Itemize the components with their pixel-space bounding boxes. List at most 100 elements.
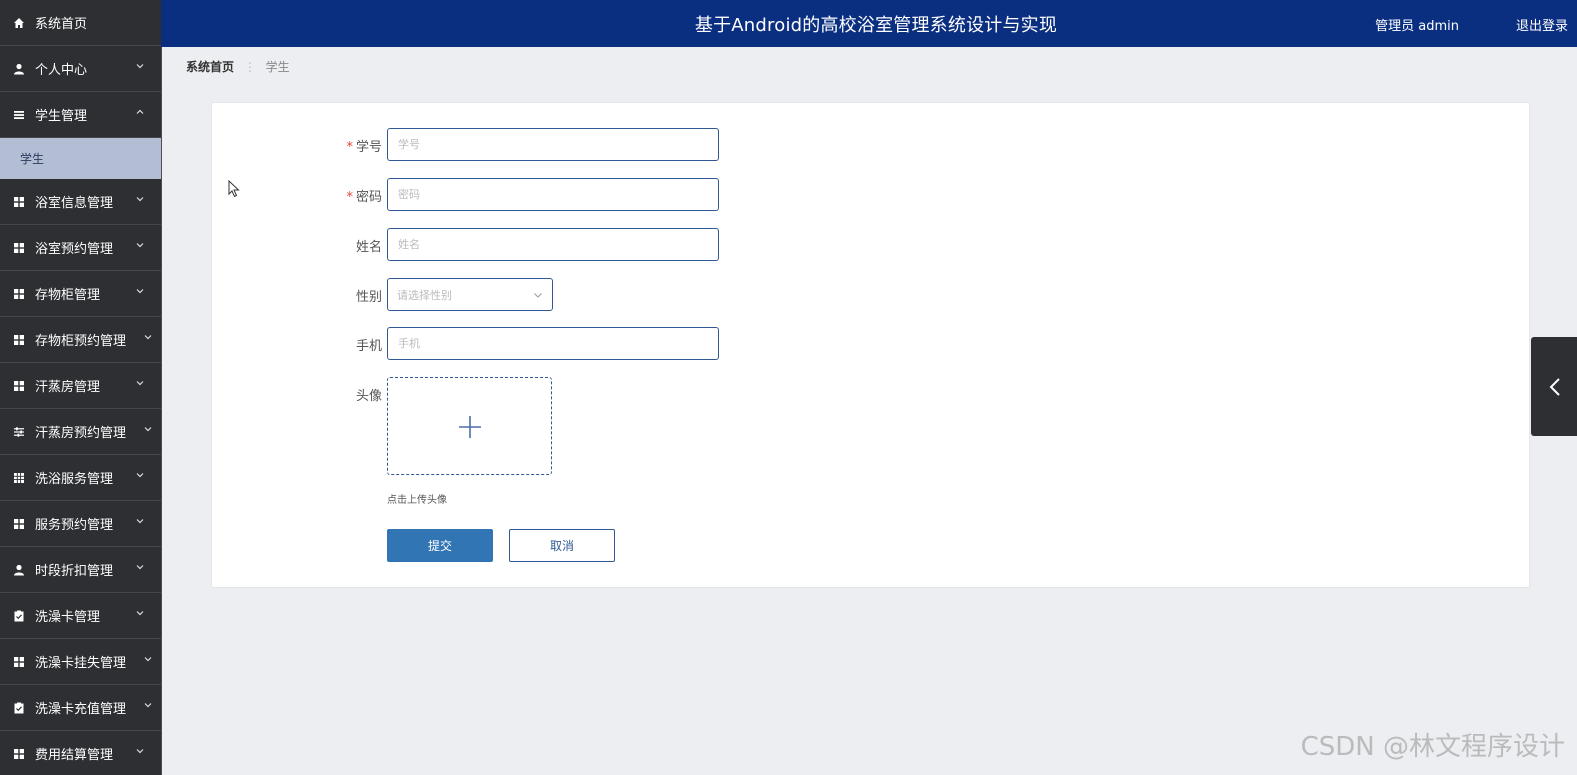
sidebar-item-label: 时段折扣管理: [35, 564, 114, 579]
name-label: 姓名: [355, 240, 382, 255]
sidebar-item-time-discount[interactable]: 时段折扣管理: [0, 547, 161, 593]
sidebar-item-bathroom-info[interactable]: 浴室信息管理: [0, 179, 161, 225]
home-icon: [14, 17, 24, 28]
chevron-down-icon: [144, 703, 152, 708]
required-mark: *: [346, 190, 353, 205]
name-input[interactable]: [387, 228, 719, 261]
sidebar-item-label: 个人中心: [35, 63, 88, 78]
chevron-down-icon: [136, 519, 144, 524]
sidebar-item-bath-card-loss[interactable]: 洗澡卡挂失管理: [0, 639, 161, 685]
sidebar-item-label: 洗浴服务管理: [35, 472, 114, 487]
sidebar-item-fee-settlement[interactable]: 费用结算管理: [0, 731, 161, 775]
sidebar-item-label: 存物柜预约管理: [35, 334, 127, 349]
sidebar-item-bath-service[interactable]: 洗浴服务管理: [0, 455, 161, 501]
sidebar-item-locker[interactable]: 存物柜管理: [0, 271, 161, 317]
sidebar-subitem-student[interactable]: 学生: [0, 138, 161, 179]
avatar-label: 头像: [355, 389, 382, 404]
grid-icon: [14, 196, 24, 207]
sidebar-item-label: 服务预约管理: [35, 518, 114, 533]
top-header: 基于Android的高校浴室管理系统设计与实现 管理员 admin 退出登录: [161, 0, 1577, 47]
clipboard-icon: [14, 610, 24, 621]
chevron-down-icon: [136, 289, 144, 294]
sidebar-subitem-label: 学生: [20, 152, 45, 166]
submit-button[interactable]: 提交: [387, 529, 493, 562]
sidebar-item-label: 浴室预约管理: [35, 242, 114, 257]
breadcrumb-home[interactable]: 系统首页: [186, 60, 234, 74]
chevron-down-icon: [136, 243, 144, 248]
sidebar-item-locker-booking[interactable]: 存物柜预约管理: [0, 317, 161, 363]
sliders-icon: [14, 426, 24, 437]
side-panel-toggle[interactable]: [1531, 337, 1577, 436]
sidebar-item-label: 学生管理: [35, 109, 88, 124]
avatar-upload[interactable]: [387, 377, 552, 475]
sidebar-item-label: 洗澡卡管理: [35, 610, 101, 625]
sidebar-item-label: 系统首页: [35, 17, 88, 32]
list-icon: [14, 110, 24, 119]
chevron-down-icon: [136, 749, 144, 754]
sidebar-item-label: 汗蒸房管理: [35, 380, 101, 395]
gender-select[interactable]: 请选择性别: [387, 278, 553, 311]
chevron-down-icon: [136, 565, 144, 570]
cancel-button[interactable]: 取消: [509, 529, 615, 562]
user-icon: [14, 564, 24, 575]
breadcrumb-separator: ⋮: [243, 60, 256, 74]
breadcrumb: 系统首页 ⋮ 学生: [186, 58, 290, 75]
gender-select-placeholder: 请选择性别: [397, 288, 452, 302]
sidebar-item-personal-center[interactable]: 个人中心: [0, 46, 161, 92]
phone-label: 手机: [355, 339, 382, 354]
app-title: 基于Android的高校浴室管理系统设计与实现: [694, 15, 1058, 36]
breadcrumb-current: 学生: [265, 60, 290, 74]
user-icon: [14, 63, 24, 74]
grid-icon: [14, 242, 24, 253]
sidebar-item-student-management[interactable]: 学生管理: [0, 92, 161, 138]
chevron-down-icon: [136, 197, 144, 202]
avatar-upload-hint: 点击上传头像: [387, 495, 447, 506]
current-user: 管理员 admin: [1375, 19, 1459, 34]
chevron-down-icon: [144, 335, 152, 340]
sidebar-item-service-booking[interactable]: 服务预约管理: [0, 501, 161, 547]
mouse-cursor-icon: [228, 180, 240, 198]
sidebar-item-label: 洗澡卡充值管理: [35, 702, 127, 717]
chevron-down-icon: [136, 611, 144, 616]
grid-icon: [14, 288, 24, 299]
sidebar-item-bathroom-booking[interactable]: 浴室预约管理: [0, 225, 161, 271]
sidebar: 系统首页 个人中心 学生管理 学生 浴室信息管理 浴室预约管理 存物柜管理 存物…: [0, 0, 162, 775]
password-label-text: 密码: [355, 190, 382, 205]
chevron-down-icon: [144, 657, 152, 662]
chevron-down-icon: [144, 427, 152, 432]
sidebar-item-bath-card-recharge[interactable]: 洗澡卡充值管理: [0, 685, 161, 731]
logout-link[interactable]: 退出登录: [1516, 15, 1568, 34]
chevron-down-icon: [534, 293, 542, 298]
chevron-down-icon: [136, 64, 144, 69]
student-id-input[interactable]: [387, 128, 719, 161]
table-icon: [14, 472, 24, 483]
grid-icon: [14, 334, 24, 345]
chevron-up-icon: [136, 109, 144, 114]
grid-icon: [14, 656, 24, 667]
chevron-left-icon: [1549, 378, 1560, 396]
student-form-card: *学号 *密码 姓名 性别 请选择性别 手机 头像 点击上传头像 提交 取消: [211, 102, 1530, 588]
sidebar-item-sauna-booking[interactable]: 汗蒸房预约管理: [0, 409, 161, 455]
grid-icon: [14, 748, 24, 759]
gender-label: 性别: [355, 290, 382, 305]
grid-icon: [14, 518, 24, 529]
chevron-down-icon: [136, 473, 144, 478]
required-mark: *: [346, 140, 353, 155]
sidebar-item-home[interactable]: 系统首页: [0, 0, 161, 46]
student-id-label-text: 学号: [355, 140, 382, 155]
sidebar-item-label: 存物柜管理: [35, 288, 101, 303]
clipboard-icon: [14, 702, 24, 713]
sidebar-item-label: 费用结算管理: [35, 748, 114, 763]
sidebar-item-label: 洗澡卡挂失管理: [35, 656, 127, 671]
watermark: CSDN @林文程序设计: [1300, 732, 1565, 762]
plus-icon: [459, 416, 481, 438]
sidebar-item-bath-card[interactable]: 洗澡卡管理: [0, 593, 161, 639]
student-id-label: * 学号: [212, 136, 382, 155]
password-input[interactable]: [387, 178, 719, 211]
sidebar-item-sauna[interactable]: 汗蒸房管理: [0, 363, 161, 409]
grid-icon: [14, 380, 24, 391]
chevron-down-icon: [136, 381, 144, 386]
sidebar-item-label: 汗蒸房预约管理: [35, 426, 127, 441]
sidebar-item-label: 浴室信息管理: [35, 196, 114, 211]
phone-input[interactable]: [387, 327, 719, 360]
